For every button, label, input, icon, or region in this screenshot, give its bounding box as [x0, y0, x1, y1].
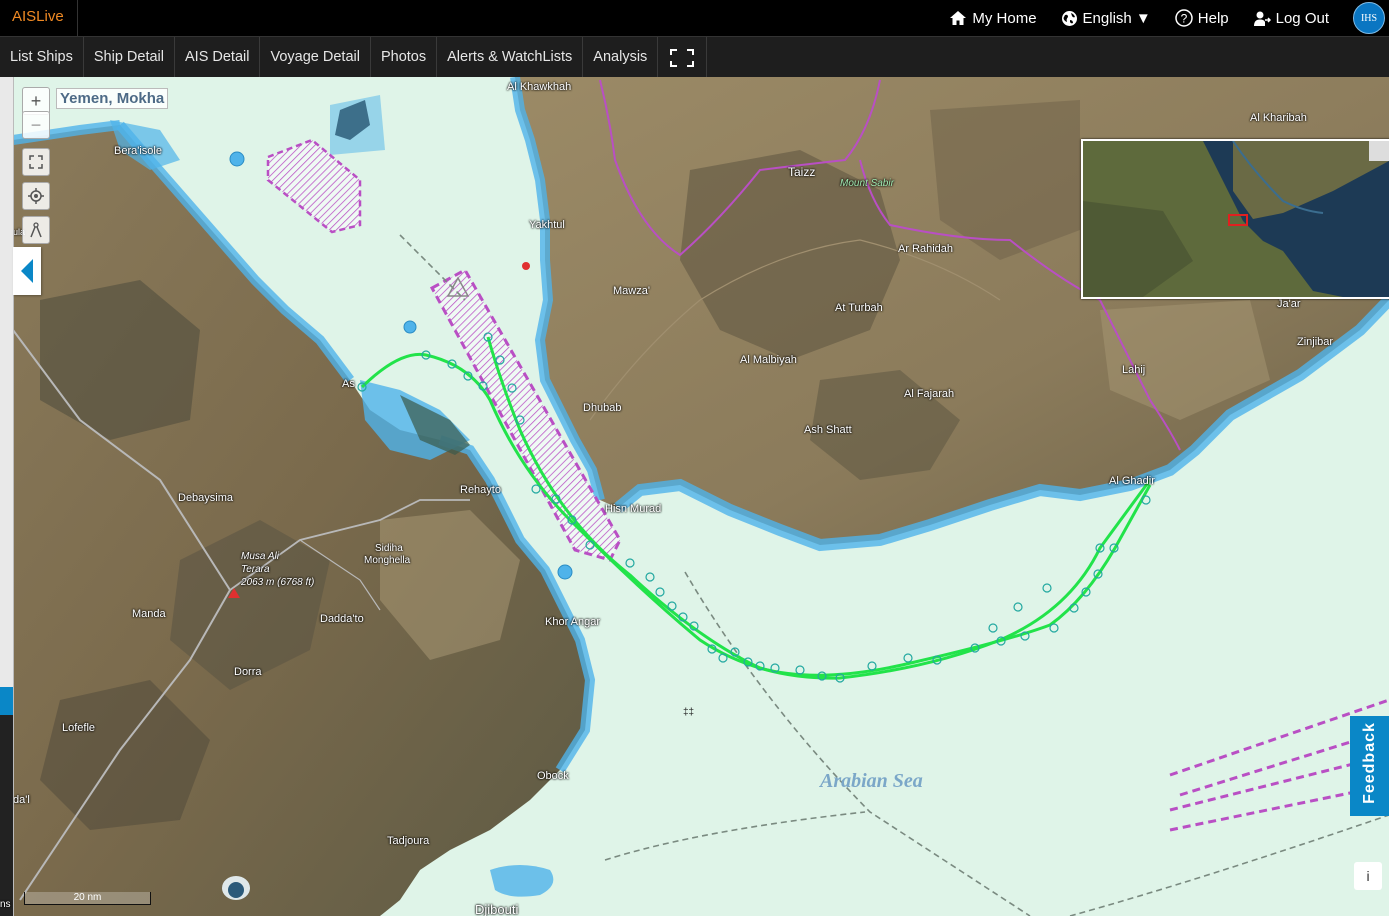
place-al-kharibah: Al Kharibah [1250, 112, 1307, 124]
main-nav: List Ships Ship Detail AIS Detail Voyage… [0, 36, 1389, 78]
place-al-malbiyah: Al Malbiyah [740, 354, 797, 366]
locate-button[interactable] [22, 182, 50, 210]
place-khor-angar: Khor Angar [545, 616, 601, 628]
nav-analysis[interactable]: Analysis [583, 37, 659, 78]
left-strip-panel [0, 715, 13, 916]
help-label: Help [1197, 9, 1229, 27]
place-at-turbah: At Turbah [835, 302, 883, 314]
place-ar-rahidah: Ar Rahidah [898, 243, 954, 255]
svg-text:‡‡: ‡‡ [683, 707, 694, 718]
sea-label: Arabian Sea [820, 770, 923, 792]
logout-label: Log Out [1275, 9, 1329, 27]
language-label: English ▼ [1082, 9, 1151, 27]
edge-label-1: da'l [13, 794, 30, 806]
logout-user-icon [1253, 11, 1271, 26]
place-debaysima: Debaysima [178, 492, 234, 504]
nav-list-ships[interactable]: List Ships [0, 37, 84, 78]
compass-measure-icon [30, 222, 42, 238]
chevron-left-icon [21, 259, 33, 283]
globe-icon [1061, 10, 1077, 26]
svg-text:?: ? [1180, 12, 1187, 26]
top-bar: AISLive My Home English ▼ ? Help Log Out… [0, 0, 1389, 36]
logout-link[interactable]: Log Out [1253, 10, 1329, 27]
my-home-label: My Home [972, 9, 1037, 27]
nav-photos[interactable]: Photos [371, 37, 438, 78]
overview-toggle[interactable] [1369, 141, 1389, 161]
overview-map-canvas [1083, 141, 1389, 297]
place-yakhtul: Yakhtul [529, 219, 565, 231]
feedback-label: Feedback [1361, 722, 1378, 804]
place-dorra: Dorra [234, 666, 262, 678]
location-label: Yemen, Mokha [56, 88, 169, 109]
fullscreen-button[interactable] [658, 37, 708, 78]
brand-logo[interactable]: AISLive [0, 0, 78, 36]
place-bera-isole: Bera'isole [114, 145, 162, 157]
feedback-button[interactable]: Feedback [1350, 716, 1389, 816]
expand-arrows-icon [29, 155, 43, 169]
place-mount-sabir: Mount Sabir [840, 178, 894, 189]
place-terara: Terara [241, 564, 270, 575]
measure-button[interactable] [22, 216, 50, 244]
ihs-logo[interactable]: IHS [1353, 2, 1385, 34]
place-lofefle: Lofefle [62, 722, 96, 734]
place-rehayto: Rehayto [460, 484, 501, 496]
help-link[interactable]: ? Help [1175, 9, 1229, 27]
language-dropdown[interactable]: English ▼ [1061, 10, 1151, 27]
place-lahij: Lahij [1122, 364, 1146, 376]
place-ash-shatt: Ash Shatt [804, 424, 852, 436]
edge-label-2: ns [0, 899, 11, 910]
my-home-link[interactable]: My Home [949, 9, 1037, 27]
place-daddato: Dadda'to [320, 613, 364, 625]
place-al-ghadir: Al Ghadir [1109, 475, 1155, 487]
fullscreen-icon [670, 48, 695, 67]
place-assab: As [342, 378, 355, 390]
nav-ais-detail[interactable]: AIS Detail [175, 37, 261, 78]
place-djibouti: Djibouti [475, 902, 519, 916]
place-taizz: Taizz [788, 165, 816, 179]
overview-map[interactable] [1081, 139, 1389, 299]
place-dhubab: Dhubab [583, 402, 622, 414]
place-al-khawkhah: Al Khawkhah [507, 81, 572, 93]
left-strip-active-marker [0, 687, 13, 715]
place-musa-ali: Musa Ali [241, 551, 279, 562]
place-tadjoura: Tadjoura [387, 835, 430, 847]
side-panel-toggle[interactable] [13, 247, 41, 295]
nav-voyage-detail[interactable]: Voyage Detail [260, 37, 371, 78]
place-jaar: Ja'ar [1277, 298, 1301, 310]
crosshair-icon [28, 188, 44, 204]
zoom-out-button[interactable]: − [22, 111, 50, 139]
top-links: My Home English ▼ ? Help Log Out IHS [949, 0, 1389, 36]
place-obock: Obock [537, 770, 569, 782]
help-icon: ? [1175, 9, 1193, 27]
left-scroll-strip[interactable] [0, 77, 14, 916]
nav-ship-detail[interactable]: Ship Detail [84, 37, 175, 78]
place-zinjibar: Zinjibar [1297, 336, 1334, 348]
place-monghella: Monghella [364, 555, 411, 566]
place-manda: Manda [132, 608, 166, 620]
place-al-fajarah: Al Fajarah [904, 388, 955, 400]
extent-button[interactable] [22, 148, 50, 176]
info-button[interactable]: i [1354, 862, 1382, 890]
home-icon [950, 11, 967, 25]
scale-bar: 20 nm [24, 892, 151, 905]
place-sidiha: Sidiha [375, 543, 403, 554]
place-elevation: 2063 m (6768 ft) [241, 577, 315, 588]
place-mawza: Mawza' [613, 285, 650, 297]
nav-alerts-watchlists[interactable]: Alerts & WatchLists [437, 37, 584, 78]
place-hisn-murad: Hisn Murad [605, 503, 662, 515]
